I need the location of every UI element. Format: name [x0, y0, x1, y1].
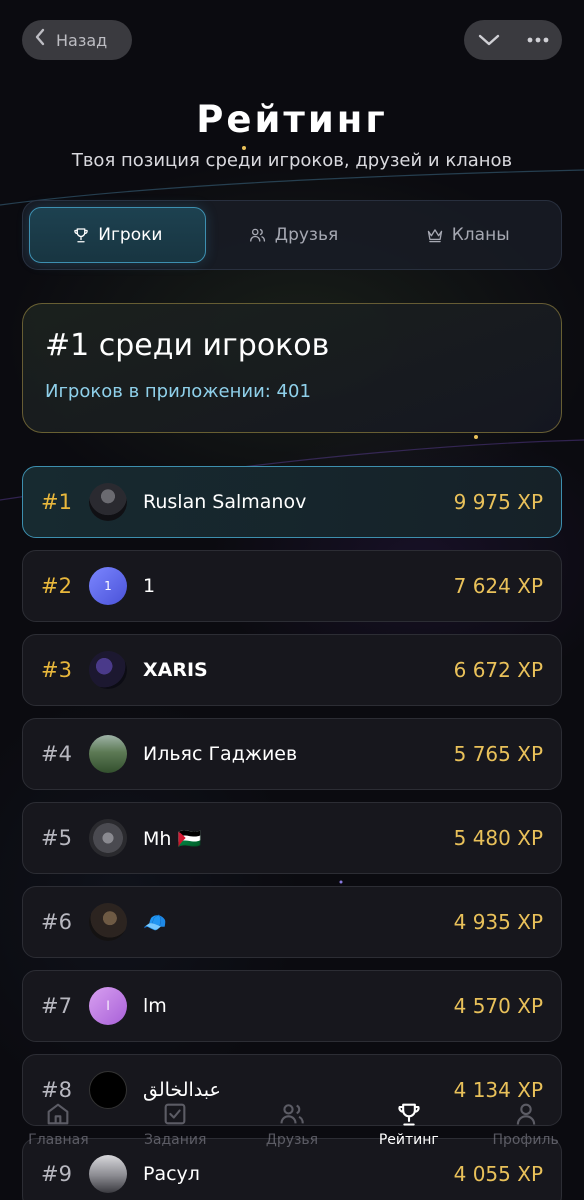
avatar: 1: [89, 567, 127, 605]
friends-icon: [280, 1104, 304, 1124]
player-xp: 4 055 XP: [453, 1162, 543, 1186]
crown-icon: [427, 229, 442, 243]
page-subtitle: Твоя позиция среди игроков, друзей и кла…: [71, 150, 513, 171]
more-dots-icon: [527, 37, 548, 43]
player-name: Mh 🇵🇸: [143, 827, 202, 850]
nav-tasks-label: Задания: [143, 1132, 207, 1148]
rating-tabs: Игроки Друзья Кланы: [22, 200, 562, 270]
avatar: l: [89, 987, 127, 1025]
leaderboard-row[interactable]: #5 Mh 🇵🇸 5 480 XP: [22, 802, 562, 874]
player-xp: 5 480 XP: [453, 826, 543, 850]
tasks-icon: [164, 1103, 186, 1125]
nav-home[interactable]: Главная: [0, 1100, 117, 1160]
avatar: [89, 735, 127, 773]
tab-clans[interactable]: Кланы: [380, 207, 555, 263]
rank-position: #6: [41, 910, 72, 934]
rank-position: #2: [41, 574, 72, 598]
chevron-left-icon: [34, 28, 46, 51]
rank-position: #4: [41, 742, 72, 766]
nav-home-label: Главная: [28, 1132, 89, 1148]
tab-friends[interactable]: Друзья: [206, 207, 381, 263]
collapse-button[interactable]: [464, 20, 513, 60]
player-xp: 6 672 XP: [453, 658, 543, 682]
nav-friends[interactable]: Друзья: [234, 1100, 351, 1160]
avatar: [89, 651, 127, 689]
tab-clans-label: Кланы: [451, 225, 510, 245]
nav-tasks[interactable]: Задания: [117, 1100, 234, 1160]
bottom-nav: Главная Задания Друзья Рейтинг Профиль: [0, 1100, 584, 1160]
leaderboard-row[interactable]: #3 XARIS 6 672 XP: [22, 634, 562, 706]
tab-players[interactable]: Игроки: [29, 207, 206, 263]
rank-summary-subtitle: Игроков в приложении: 401: [45, 381, 311, 402]
avatar: [89, 1155, 127, 1193]
leaderboard-row[interactable]: #4 Ильяс Гаджиев 5 765 XP: [22, 718, 562, 790]
player-name: Ruslan Salmanov: [143, 491, 307, 513]
nav-friends-label: Друзья: [265, 1132, 319, 1148]
leaderboard-row[interactable]: #2 1 1 7 624 XP: [22, 550, 562, 622]
player-xp: 4 134 XP: [453, 1078, 543, 1102]
users-icon: [249, 228, 265, 242]
back-label: Назад: [56, 30, 108, 50]
trophy-icon: [74, 228, 89, 243]
rank-position: #3: [41, 658, 72, 682]
player-name: 🧢: [143, 911, 167, 934]
nav-rating-label: Рейтинг: [378, 1132, 439, 1148]
rank-position: #5: [41, 826, 72, 850]
avatar: [89, 819, 127, 857]
tab-friends-label: Друзья: [274, 225, 339, 245]
leaderboard-row[interactable]: #7 l lm 4 570 XP: [22, 970, 562, 1042]
player-name: lm: [143, 995, 167, 1017]
player-name: 1: [143, 575, 156, 597]
more-button[interactable]: [513, 20, 562, 60]
player-name: عبدالخالق: [143, 1079, 221, 1101]
nav-profile[interactable]: Профиль: [467, 1100, 584, 1160]
player-name: XARIS: [143, 659, 208, 681]
player-xp: 4 570 XP: [453, 994, 543, 1018]
rank-position: #1: [41, 490, 72, 514]
avatar: [89, 903, 127, 941]
player-xp: 4 935 XP: [453, 910, 543, 934]
player-name: Расул: [143, 1163, 200, 1185]
player-name: Ильяс Гаджиев: [143, 743, 298, 765]
tab-players-label: Игроки: [98, 225, 163, 245]
profile-icon: [516, 1103, 535, 1125]
player-xp: 7 624 XP: [453, 574, 543, 598]
trophy-icon: [398, 1103, 420, 1126]
rank-summary-card: #1 среди игроков Игроков в приложении: 4…: [22, 303, 562, 433]
player-xp: 9 975 XP: [453, 490, 543, 514]
nav-rating[interactable]: Рейтинг: [350, 1100, 467, 1160]
leaderboard-row[interactable]: #1 Ruslan Salmanov 9 975 XP: [22, 466, 562, 538]
rank-position: #9: [41, 1162, 72, 1186]
player-xp: 5 765 XP: [453, 742, 543, 766]
leaderboard-row[interactable]: #6 🧢 4 935 XP: [22, 886, 562, 958]
top-right-controls: [464, 20, 562, 60]
avatar: [89, 483, 127, 521]
rank-position: #8: [41, 1078, 72, 1102]
rank-position: #7: [41, 994, 72, 1018]
nav-profile-label: Профиль: [492, 1132, 559, 1148]
home-icon: [48, 1103, 69, 1125]
back-button[interactable]: Назад: [22, 20, 132, 60]
rank-summary-title: #1 среди игроков: [45, 328, 330, 363]
page-title: Рейтинг: [196, 98, 388, 141]
chevron-down-icon: [478, 34, 499, 46]
